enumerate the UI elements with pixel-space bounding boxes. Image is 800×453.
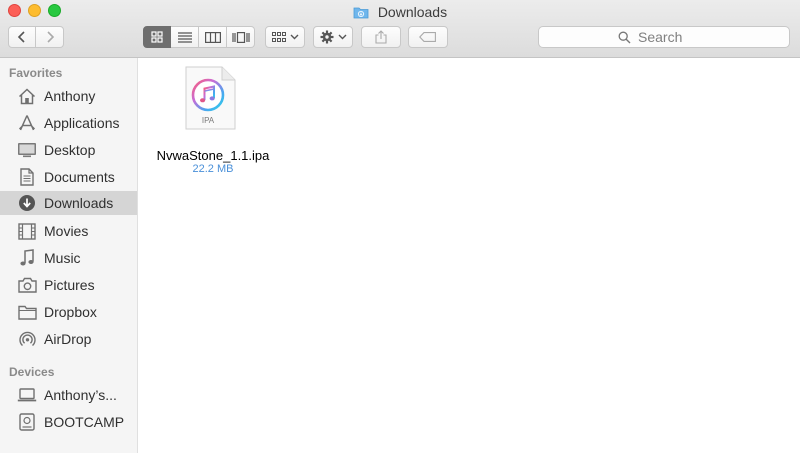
forward-button[interactable] bbox=[36, 26, 64, 48]
sidebar-item-anthony[interactable]: Anthony bbox=[0, 84, 137, 108]
sidebar-item-dropbox[interactable]: Dropbox bbox=[0, 300, 137, 324]
list-view-button[interactable] bbox=[171, 26, 199, 48]
finder-window: Downloads Search Favorites Anthony Appli… bbox=[0, 0, 800, 453]
sidebar-item-bootcamp[interactable]: BOOTCAMP bbox=[0, 410, 137, 434]
action-button[interactable] bbox=[313, 26, 353, 48]
window-title-text: Downloads bbox=[377, 4, 448, 20]
sidebar-item-label: Documents bbox=[44, 169, 115, 185]
sidebar-item-music[interactable]: Music bbox=[0, 246, 137, 270]
icon-view-button[interactable] bbox=[143, 26, 171, 48]
desktop-icon bbox=[17, 140, 37, 160]
view-mode-control bbox=[143, 26, 255, 48]
sidebar-item-movies[interactable]: Movies bbox=[0, 219, 137, 243]
documents-icon bbox=[17, 167, 37, 187]
navigation-buttons bbox=[8, 26, 64, 48]
movies-icon bbox=[17, 221, 37, 241]
sidebar-item-label: Anthony bbox=[44, 88, 96, 104]
music-icon bbox=[17, 248, 37, 268]
file-name: NvwaStone_1.1.ipa bbox=[156, 148, 270, 163]
sidebar-item-label: Desktop bbox=[44, 142, 96, 158]
sidebar-item-label: Applications bbox=[44, 115, 120, 131]
applications-icon bbox=[17, 113, 37, 133]
icon-view-icon bbox=[151, 31, 163, 43]
sidebar-item-label: Music bbox=[44, 250, 81, 266]
chevron-down-icon bbox=[338, 34, 346, 40]
share-icon bbox=[375, 30, 387, 44]
sidebar-item-label: Pictures bbox=[44, 277, 95, 293]
sidebar-item-macbook[interactable]: Anthony’s... bbox=[0, 383, 137, 407]
search-icon bbox=[618, 31, 631, 43]
sidebar-item-airdrop[interactable]: AirDrop bbox=[0, 327, 137, 351]
chevron-left-icon bbox=[17, 31, 25, 43]
disk-icon bbox=[17, 412, 37, 432]
sidebar-item-label: AirDrop bbox=[44, 331, 92, 347]
column-view-icon bbox=[204, 31, 221, 43]
gear-icon bbox=[320, 30, 333, 44]
sidebar-item-label: Dropbox bbox=[44, 304, 97, 320]
share-button[interactable] bbox=[361, 26, 401, 48]
sidebar-item-pictures[interactable]: Pictures bbox=[0, 273, 137, 297]
search-input[interactable] bbox=[636, 28, 710, 46]
arrange-grid-icon bbox=[271, 31, 286, 42]
list-view-icon bbox=[177, 31, 192, 43]
search-field[interactable] bbox=[538, 26, 790, 48]
home-icon bbox=[17, 86, 37, 106]
arrange-button[interactable] bbox=[265, 26, 305, 48]
toolbar: Downloads bbox=[0, 0, 800, 58]
sidebar-item-documents[interactable]: Documents bbox=[0, 165, 137, 189]
file-item[interactable]: IPA NvwaStone_1.1.ipa 22.2 MB bbox=[138, 66, 288, 176]
tag-icon bbox=[419, 32, 436, 42]
sidebar-item-label: Anthony’s... bbox=[44, 387, 117, 403]
file-type-label: IPA bbox=[201, 116, 215, 125]
window-title: Downloads bbox=[0, 3, 800, 23]
favorites-heading: Favorites bbox=[9, 66, 63, 80]
file-size: 22.2 MB bbox=[192, 163, 234, 175]
laptop-icon bbox=[17, 385, 37, 405]
cover-flow-view-button[interactable] bbox=[227, 26, 255, 48]
chevron-right-icon bbox=[46, 31, 54, 43]
folder-icon bbox=[17, 302, 37, 322]
sidebar-item-label: Movies bbox=[44, 223, 89, 239]
devices-heading: Devices bbox=[9, 365, 55, 379]
sidebar-item-applications[interactable]: Applications bbox=[0, 111, 137, 135]
sidebar-item-desktop[interactable]: Desktop bbox=[0, 138, 137, 162]
downloads-folder-icon bbox=[353, 5, 369, 23]
tags-button[interactable] bbox=[408, 26, 448, 48]
downloads-icon bbox=[17, 193, 37, 213]
cover-flow-icon bbox=[231, 31, 250, 43]
sidebar: Favorites Anthony Applications Desktop D… bbox=[0, 58, 138, 453]
sidebar-item-label: Downloads bbox=[44, 195, 114, 211]
chevron-down-icon bbox=[290, 34, 298, 40]
file-browser-area: IPA NvwaStone_1.1.ipa 22.2 MB bbox=[138, 58, 800, 453]
column-view-button[interactable] bbox=[199, 26, 227, 48]
camera-icon bbox=[17, 275, 37, 295]
airdrop-icon bbox=[17, 329, 37, 349]
sidebar-item-label: BOOTCAMP bbox=[44, 414, 125, 430]
back-button[interactable] bbox=[8, 26, 36, 48]
sidebar-item-downloads[interactable]: Downloads bbox=[0, 191, 137, 215]
